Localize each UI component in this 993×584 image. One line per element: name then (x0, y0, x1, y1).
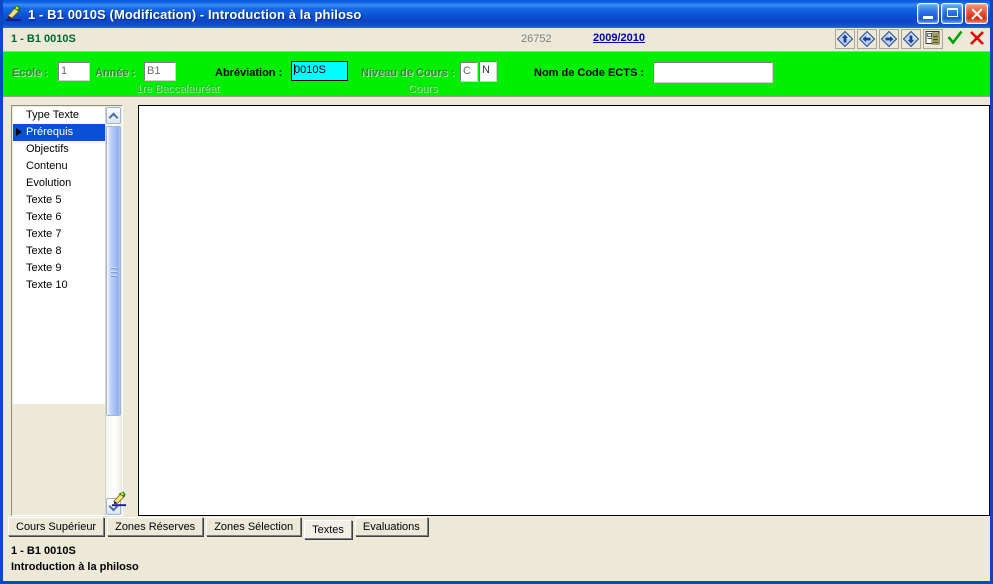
row-pointer-icon (16, 128, 22, 136)
list-item[interactable]: Texte 7 (13, 226, 106, 243)
first-record-button[interactable] (835, 29, 855, 49)
diamond-left-icon (859, 31, 875, 47)
x-mark-icon (968, 29, 986, 50)
tab-evaluations[interactable]: Evaluations (354, 517, 428, 536)
application-window: 1 - B1 0010S (Modification) - Introducti… (0, 0, 993, 584)
list-item-label: Texte 8 (26, 245, 62, 257)
text-type-list-header: Type Texte (13, 107, 106, 124)
annee-label: Année : (95, 67, 136, 79)
minimize-button[interactable] (917, 3, 939, 24)
nom-de-code-ects-label: Nom de Code ECTS : (534, 67, 645, 79)
window-title: 1 - B1 0010S (Modification) - Introducti… (28, 6, 362, 22)
record-navigation-toolbar (835, 29, 987, 49)
niveau-de-cours-field-2[interactable]: N (479, 61, 497, 82)
text-editor-area[interactable] (138, 105, 990, 516)
validate-button[interactable] (945, 29, 965, 49)
status-record-code: 1 - B1 0010S (11, 545, 76, 557)
record-header-bar: 1 - B1 0010S 26752 2009/2010 (3, 28, 990, 52)
list-item-label: Texte 9 (26, 262, 62, 274)
niveau-de-cours-field-1[interactable]: C (460, 62, 478, 82)
previous-record-button[interactable] (857, 29, 877, 49)
grip-icon (111, 267, 117, 277)
list-item-label: Texte 6 (26, 211, 62, 223)
next-record-button[interactable] (879, 29, 899, 49)
text-type-list-panel: Type Texte Prérequis Objectifs Contenu E… (11, 105, 123, 516)
list-item-label: Contenu (26, 160, 68, 172)
list-item[interactable]: Texte 10 (13, 277, 106, 294)
window-controls (917, 3, 988, 24)
niveau-de-cours-label: Niveau de Cours : (361, 67, 455, 79)
diamond-right-icon (881, 31, 897, 47)
list-item-label: Texte 10 (26, 279, 68, 291)
list-vertical-scrollbar[interactable] (105, 107, 121, 515)
list-item[interactable]: Texte 6 (13, 209, 106, 226)
tab-zones-reserves[interactable]: Zones Réserves (107, 517, 204, 536)
ecole-label: Ecole : (12, 67, 49, 79)
tab-bar: Cours Supérieur Zones Réserves Zones Sél… (8, 517, 431, 539)
academic-year-link[interactable]: 2009/2010 (593, 32, 645, 44)
status-record-title: Introduction à la philoso (11, 561, 139, 573)
list-item[interactable]: Texte 5 (13, 192, 106, 209)
niveau-de-cours-description: Cours (408, 83, 438, 95)
pen-writing-icon (5, 5, 23, 23)
close-button[interactable] (965, 3, 988, 24)
list-item[interactable]: Objectifs (13, 141, 106, 158)
list-item-label: Prérequis (26, 126, 74, 138)
list-item[interactable]: Prérequis (13, 124, 106, 141)
record-details-button[interactable] (923, 29, 943, 49)
check-icon (946, 29, 964, 50)
list-item-label: Texte 7 (26, 228, 62, 240)
text-editor-content (139, 106, 989, 114)
scroll-up-button[interactable] (106, 107, 121, 124)
chevron-up-icon (110, 114, 117, 118)
annee-field[interactable]: B1 (144, 62, 176, 81)
window-titlebar: 1 - B1 0010S (Modification) - Introducti… (3, 0, 990, 28)
tab-cours-superieur[interactable]: Cours Supérieur (8, 517, 105, 536)
ecole-field[interactable]: 1 (58, 62, 90, 81)
pen-writing-icon[interactable] (111, 491, 128, 508)
list-item-label: Evolution (26, 177, 72, 189)
form-document-icon (925, 30, 941, 49)
cancel-button[interactable] (967, 29, 987, 49)
tab-zones-selection[interactable]: Zones Sélection (206, 517, 302, 536)
record-number: 26752 (521, 33, 552, 45)
maximize-button[interactable] (941, 3, 963, 24)
course-identification-panel: Ecole : 1 Année : B1 1re Baccalauréat Ab… (3, 52, 990, 97)
diamond-down-icon (903, 31, 919, 47)
last-record-button[interactable] (901, 29, 921, 49)
list-item-label: Objectifs (26, 143, 69, 155)
diamond-up-icon (837, 31, 853, 47)
text-type-list[interactable]: Type Texte Prérequis Objectifs Contenu E… (13, 107, 106, 404)
status-bar: 1 - B1 0010S Introduction à la philoso (3, 542, 990, 581)
list-item-label: Texte 5 (26, 194, 62, 206)
abreviation-label: Abréviation : (215, 67, 283, 79)
tab-textes[interactable]: Textes (304, 520, 352, 539)
record-code: 1 - B1 0010S (11, 33, 76, 45)
abreviation-field[interactable]: 0010S (291, 61, 348, 81)
list-item[interactable]: Evolution (13, 175, 106, 192)
nom-de-code-ects-field[interactable] (653, 62, 773, 83)
list-item[interactable]: Contenu (13, 158, 106, 175)
abreviation-field-value: 0010S (294, 64, 326, 76)
list-item[interactable]: Texte 8 (13, 243, 106, 260)
list-item[interactable]: Texte 9 (13, 260, 106, 277)
annee-description: 1re Baccalauréat (136, 83, 220, 95)
scrollbar-thumb[interactable] (106, 126, 121, 416)
